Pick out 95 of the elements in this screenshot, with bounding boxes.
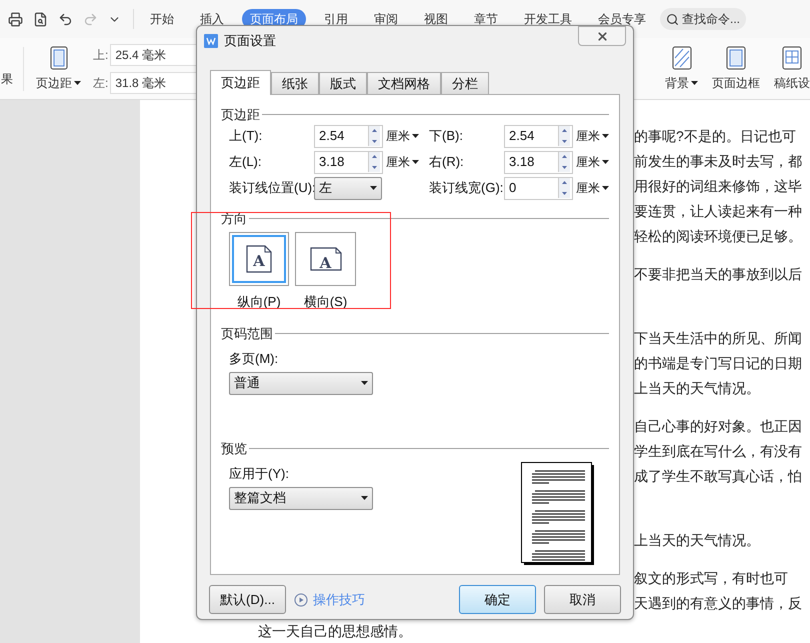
page-margins-icon [50, 46, 68, 70]
dialog-tab[interactable]: 分栏 [441, 72, 489, 94]
print-preview-icon[interactable] [33, 12, 48, 26]
section-heading: 方向 [221, 210, 247, 228]
menu-tab[interactable]: 章节 [466, 9, 506, 29]
unit-dropdown[interactable]: 厘米 [386, 127, 419, 145]
caret-icon [412, 160, 419, 164]
menu-tab[interactable]: 视图 [416, 9, 456, 29]
number-field[interactable]: 3.18 [504, 150, 573, 174]
dropdown-select[interactable]: 普通 [229, 372, 373, 394]
unit-dropdown[interactable]: 厘米 [576, 153, 609, 171]
document-text-line: 叙文的形式写，有时也可 [634, 570, 789, 586]
dialog-tab[interactable]: 纸张 [271, 72, 319, 94]
document-text-line: 轻松的阅读环境便已足够。 [634, 228, 803, 244]
print-icon[interactable] [8, 12, 23, 26]
menu-tab[interactable]: 开始 [142, 9, 182, 29]
ribbon-label[interactable]: 果 [1, 70, 13, 88]
close-button[interactable] [578, 26, 626, 46]
dialog-tab[interactable]: 页边距 [210, 70, 271, 95]
spinner[interactable] [558, 152, 570, 172]
menu-tab[interactable]: 插入 [192, 9, 232, 29]
dropdown-select[interactable]: 整篇文档 [229, 486, 373, 510]
page-letter: A [320, 256, 332, 271]
unit-dropdown[interactable]: 厘米 [386, 153, 419, 171]
document-text-line: 上当天的天气情况。 [634, 532, 761, 548]
field-label: 上(T): [229, 127, 264, 146]
document-text-line: 前发生的事未及时去写，都 [634, 153, 803, 169]
menu-tab[interactable]: 引用 [316, 9, 356, 29]
document-text-line: 上当天的天气情况。 [634, 380, 761, 396]
field-label: 下(B): [429, 127, 464, 146]
unit-dropdown[interactable]: 厘米 [576, 127, 609, 145]
document-text-line: 的书端是专门写日记的日期 [634, 355, 803, 371]
page-border-icon [726, 46, 746, 70]
document-text-line: 的事呢?不是的。日记也可 [634, 128, 797, 144]
search-field[interactable]: 查找命令... [660, 8, 746, 30]
cancel-button[interactable]: 取消 [544, 585, 621, 614]
document-text-line: 自己心事的好对象。也正因 [634, 418, 803, 434]
ok-button[interactable]: 确定 [459, 585, 536, 614]
field-label: 装订线位置(U): [229, 179, 314, 198]
menu-tab[interactable]: 开发工具 [516, 9, 580, 29]
spinner[interactable] [368, 126, 380, 146]
dialog-tab[interactable]: 版式 [319, 72, 367, 94]
document-text-line: 不要非把当天的事放到以后 [634, 266, 803, 282]
dropdown-caret-icon [361, 496, 368, 500]
section-heading: 预览 [221, 440, 247, 458]
field-label: 上: [93, 46, 108, 64]
spinner[interactable] [558, 126, 570, 146]
close-icon [596, 30, 608, 42]
ribbon-button[interactable]: 背景 [665, 46, 698, 92]
dropdown-caret-icon [361, 381, 368, 385]
field-label: 多页(M): [229, 350, 278, 368]
default-button[interactable]: 默认(D)... [209, 585, 286, 614]
dropdown-caret-icon [370, 186, 377, 190]
hatched-page-icon [672, 46, 692, 70]
caret-icon [412, 134, 419, 138]
caret-icon [602, 160, 609, 164]
number-field[interactable]: 2.54 [314, 124, 383, 148]
field-label: 左: [93, 74, 108, 92]
play-circle-icon [294, 592, 308, 606]
menu-tab[interactable]: 审阅 [366, 9, 406, 29]
ribbon-button[interactable]: 页面边框 [712, 46, 760, 92]
field-label: 应用于(Y): [229, 465, 289, 483]
field-label: 右(R): [429, 153, 465, 172]
document-text-line: 下当天生活中的所见、所闻 [634, 330, 803, 346]
document-text-line: 学生到底在写什么，有没有 [634, 443, 803, 459]
grid-page-icon [782, 46, 802, 70]
menu-tab[interactable]: 会员专享 [590, 9, 654, 29]
unit-dropdown[interactable]: 厘米 [576, 179, 609, 197]
section-heading: 页边距 [221, 106, 260, 124]
dropdown-select[interactable]: 左 [314, 176, 382, 200]
undo-icon[interactable] [58, 12, 73, 26]
caret-icon [602, 134, 609, 138]
dialog-tab[interactable]: 文档网格 [367, 72, 441, 94]
spinner[interactable] [558, 178, 570, 198]
document-text-line: 要连贯，让人读起来有一种 [634, 203, 803, 219]
caret-icon [602, 186, 609, 190]
number-field[interactable]: 0 [504, 176, 573, 200]
section-heading: 页码范围 [221, 324, 273, 342]
ribbon-button[interactable]: 稿纸设 [774, 46, 810, 92]
number-field[interactable]: 2.54 [504, 124, 573, 148]
portrait-page-icon [246, 245, 272, 273]
document-text-line: 天遇到的有意义的事情，反 [634, 595, 803, 611]
number-field[interactable]: 3.18 [314, 150, 383, 174]
document-text-line: 用很好的词组来修饰，这毕 [634, 178, 803, 194]
app-logo-icon [204, 34, 218, 48]
document-text-line: 这一天自己的思想感情。 [258, 623, 413, 639]
field-label: 左(L): [229, 153, 262, 172]
field-label: 装订线宽(G): [429, 179, 504, 198]
caret-icon [74, 80, 81, 84]
document-text-line: 成了学生不敢写真心话，怕 [634, 468, 803, 484]
search-icon [666, 12, 679, 26]
margins-button[interactable]: 页边距 [36, 46, 81, 92]
spinner[interactable] [368, 152, 380, 172]
page-letter: A [253, 254, 265, 269]
landscape-page-icon [310, 247, 342, 271]
